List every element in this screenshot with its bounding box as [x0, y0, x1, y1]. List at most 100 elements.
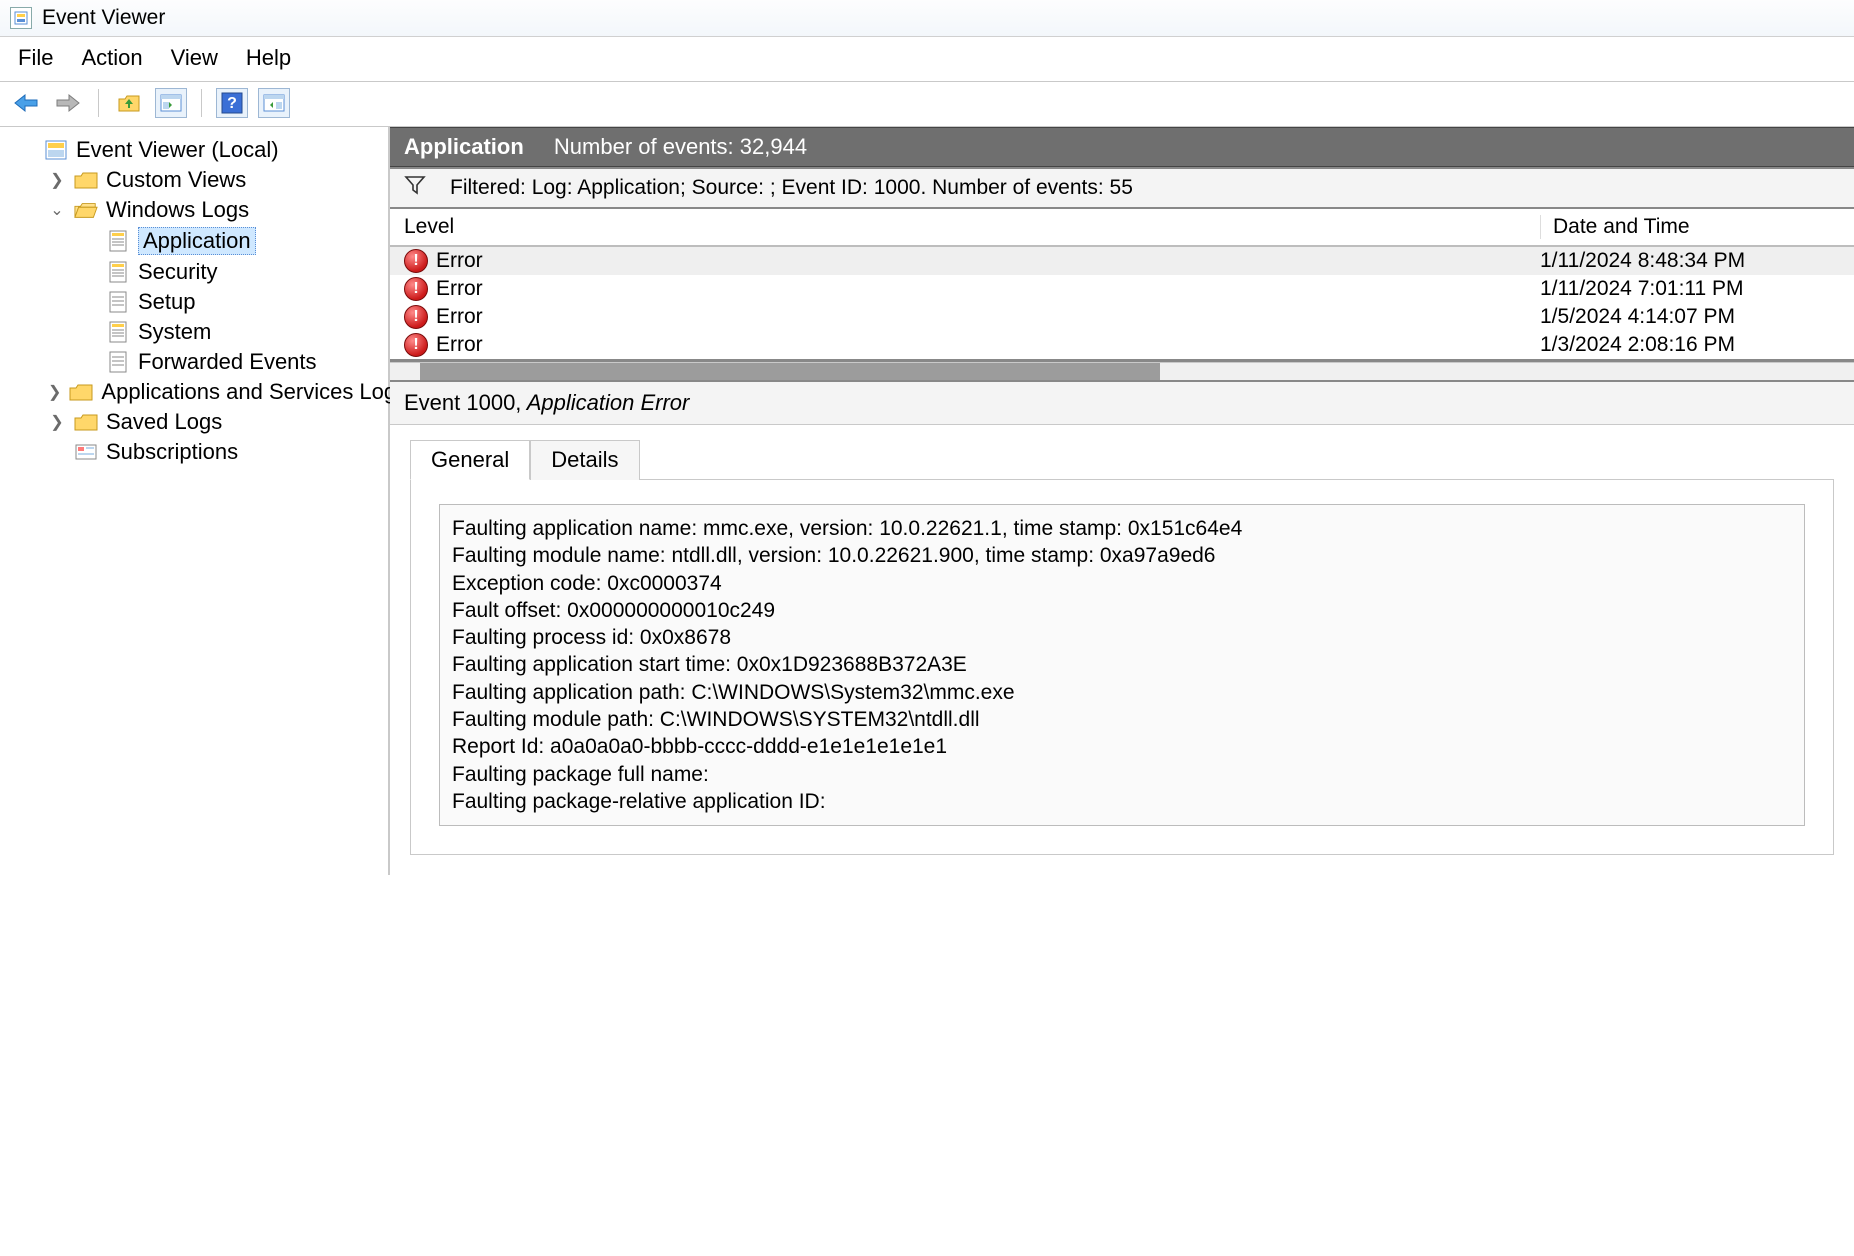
menubar: File Action View Help — [0, 37, 1854, 82]
log-icon — [106, 351, 130, 373]
event-grid-header: Level Date and Time — [390, 209, 1854, 247]
toolbar-divider — [98, 89, 99, 117]
expand-icon[interactable]: ❯ — [48, 382, 61, 402]
tree-forwarded[interactable]: Forwarded Events — [0, 347, 388, 377]
event-row[interactable]: ! Error 1/3/2024 2:08:16 PM — [390, 331, 1854, 359]
tab-general[interactable]: General — [410, 440, 530, 480]
menu-action[interactable]: Action — [81, 45, 142, 71]
filter-bar: Filtered: Log: Application; Source: ; Ev… — [390, 167, 1854, 209]
folder-open-icon — [74, 199, 98, 221]
event-date: 1/5/2024 4:14:07 PM — [1540, 305, 1840, 329]
tree-root[interactable]: Event Viewer (Local) — [0, 135, 388, 165]
help-button[interactable]: ? — [216, 88, 248, 118]
subscriptions-icon — [74, 441, 98, 463]
detail-line: Exception code: 0xc0000374 — [452, 570, 1792, 597]
event-row[interactable]: !Error1/11/2024 7:01:11 PM — [390, 275, 1854, 303]
event-row[interactable]: ! Error 1/5/2024 4:14:07 PM — [390, 303, 1854, 331]
collapse-icon[interactable]: ⌄ — [48, 200, 66, 220]
log-icon — [106, 261, 130, 283]
detail-tabs: General Details — [390, 425, 1854, 479]
tree-application[interactable]: Application — [0, 225, 388, 257]
nav-tree: Event Viewer (Local) ❯ Custom Views ⌄ Wi… — [0, 127, 390, 875]
filter-icon — [404, 175, 426, 201]
up-folder-button[interactable] — [113, 88, 145, 118]
expand-icon[interactable]: ❯ — [48, 412, 66, 432]
error-icon: ! — [404, 277, 428, 301]
menu-view[interactable]: View — [171, 45, 218, 71]
tree-security[interactable]: Security — [0, 257, 388, 287]
log-icon — [106, 291, 130, 313]
toolbar: ? — [0, 82, 1854, 127]
detail-line: Faulting module path: C:\WINDOWS\SYSTEM3… — [452, 706, 1792, 733]
detail-title: Event 1000, Application Error — [390, 380, 1854, 425]
tree-setup[interactable]: Setup — [0, 287, 388, 317]
menu-file[interactable]: File — [18, 45, 53, 71]
tree-custom-views[interactable]: ❯ Custom Views — [0, 165, 388, 195]
tree-system[interactable]: System — [0, 317, 388, 347]
tree-subscriptions[interactable]: Subscriptions — [0, 437, 388, 467]
tree-application-label: Application — [138, 227, 256, 255]
event-detail-text: Faulting application name: mmc.exe, vers… — [439, 504, 1805, 826]
detail-line: Faulting package full name: — [452, 761, 1792, 788]
window-title: Event Viewer — [42, 6, 165, 30]
log-count: Number of events: 32,944 — [554, 134, 807, 159]
folder-icon — [74, 169, 98, 191]
detail-line: Faulting module name: ntdll.dll, version… — [452, 542, 1792, 569]
tree-apps-services-label: Applications and Services Logs — [101, 379, 407, 405]
log-header: Application Number of events: 32,944 — [390, 127, 1854, 167]
tree-saved-logs-label: Saved Logs — [106, 409, 222, 435]
titlebar: Event Viewer — [0, 0, 1854, 37]
event-viewer-icon — [44, 139, 68, 161]
show-hide-tree-button[interactable] — [155, 88, 187, 118]
detail-line: Faulting application name: mmc.exe, vers… — [452, 515, 1792, 542]
tree-setup-label: Setup — [138, 289, 196, 315]
error-icon: ! — [404, 249, 428, 273]
log-icon — [106, 230, 130, 252]
event-date: 1/11/2024 8:48:34 PM — [1540, 249, 1840, 273]
log-icon — [106, 321, 130, 343]
tab-panel-general: Faulting application name: mmc.exe, vers… — [410, 479, 1834, 855]
detail-line: Faulting process id: 0x0x8678 — [452, 624, 1792, 651]
expand-icon[interactable]: ❯ — [48, 170, 66, 190]
event-date: 1/3/2024 2:08:16 PM — [1540, 333, 1840, 357]
event-grid-body: !Error1/11/2024 8:48:34 PM!Error1/11/202… — [390, 247, 1854, 362]
event-row[interactable]: ! Error 1/11/2024 8:48:34 PM — [390, 247, 1854, 275]
tree-apps-services[interactable]: ❯ Applications and Services Logs — [0, 377, 388, 407]
tree-saved-logs[interactable]: ❯ Saved Logs — [0, 407, 388, 437]
tree-subscriptions-label: Subscriptions — [106, 439, 238, 465]
show-hide-action-pane-button[interactable] — [258, 88, 290, 118]
back-button[interactable] — [10, 88, 42, 118]
tree-security-label: Security — [138, 259, 217, 285]
log-name: Application — [404, 134, 524, 159]
event-date: 1/11/2024 7:01:11 PM — [1540, 277, 1840, 301]
detail-line: Faulting package-relative application ID… — [452, 788, 1792, 815]
toolbar-divider-2 — [201, 89, 202, 117]
svg-text:?: ? — [227, 95, 237, 112]
event-level: Error — [436, 305, 483, 329]
event-level: Error — [436, 333, 483, 357]
tree-windows-logs[interactable]: ⌄ Windows Logs — [0, 195, 388, 225]
detail-source: Application Error — [527, 390, 690, 415]
tree-root-label: Event Viewer (Local) — [76, 137, 279, 163]
folder-icon — [74, 411, 98, 433]
col-date[interactable]: Date and Time — [1540, 215, 1840, 239]
tab-details[interactable]: Details — [530, 440, 639, 480]
detail-line: Report Id: a0a0a0a0-bbbb-cccc-dddd-e1e1e… — [452, 733, 1792, 760]
menu-help[interactable]: Help — [246, 45, 291, 71]
tree-forwarded-label: Forwarded Events — [138, 349, 317, 375]
tree-windows-logs-label: Windows Logs — [106, 197, 249, 223]
col-level[interactable]: Level — [404, 215, 1540, 239]
event-level: Error — [436, 249, 483, 273]
detail-line: Fault offset: 0x000000000010c249 — [452, 597, 1792, 624]
tree-system-label: System — [138, 319, 211, 345]
folder-icon — [69, 381, 93, 403]
detail-line: Faulting application path: C:\WINDOWS\Sy… — [452, 679, 1792, 706]
tree-custom-views-label: Custom Views — [106, 167, 246, 193]
filter-text: Filtered: Log: Application; Source: ; Ev… — [450, 176, 1133, 200]
horizontal-scrollbar[interactable] — [390, 362, 1854, 380]
error-icon: ! — [404, 333, 428, 357]
error-icon: ! — [404, 305, 428, 329]
forward-button[interactable] — [52, 88, 84, 118]
scrollbar-thumb[interactable] — [420, 363, 1160, 380]
content-pane: Application Number of events: 32,944 Fil… — [390, 127, 1854, 875]
